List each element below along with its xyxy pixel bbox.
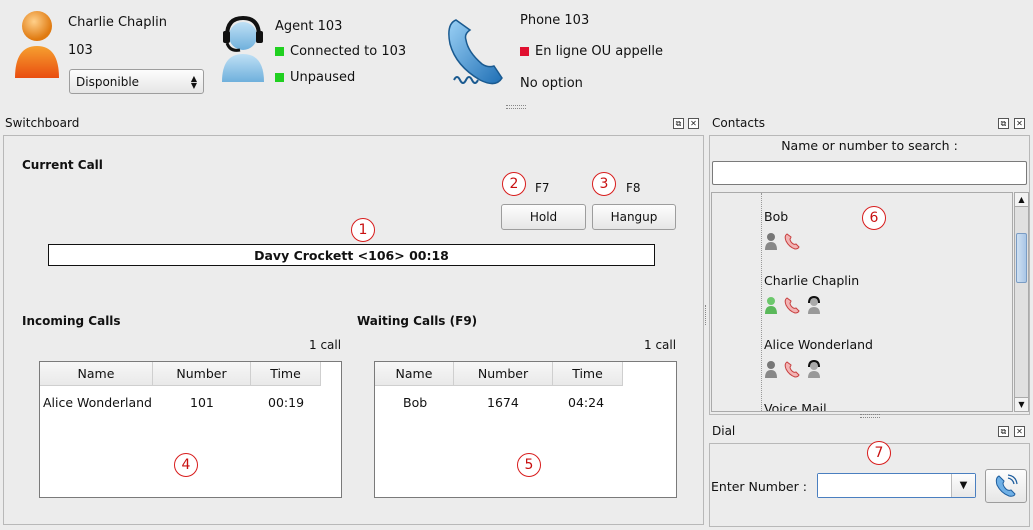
- contacts-scrollbar[interactable]: ▲ ▼: [1014, 192, 1029, 412]
- dial-number-input[interactable]: [818, 474, 951, 497]
- incoming-row-name: Alice Wonderland: [43, 395, 152, 410]
- annotation-marker-4: 4: [174, 453, 198, 477]
- person-gray-icon: [765, 361, 777, 378]
- vertical-splitter-handle[interactable]: [705, 305, 708, 325]
- dial-close-icon[interactable]: ✕: [1014, 426, 1025, 437]
- switchboard-panel: Current Call F7 F8 Hold Hangup Davy Croc…: [3, 135, 704, 525]
- agent-pause-row: Unpaused: [275, 70, 355, 85]
- availability-select[interactable]: Disponible ▲ ▼: [69, 69, 204, 94]
- phone-option: No option: [520, 76, 583, 91]
- current-call-display: Davy Crockett <106> 00:18: [48, 244, 655, 266]
- incoming-row-time: 00:19: [268, 395, 305, 410]
- annotation-marker-6: 6: [862, 206, 886, 230]
- current-call-heading: Current Call: [22, 158, 103, 172]
- phone-state: En ligne OU appelle: [535, 44, 664, 59]
- user-avatar-icon: [12, 8, 62, 80]
- phone-state-indicator: [520, 47, 529, 56]
- hangup-button[interactable]: Hangup: [592, 204, 676, 230]
- waiting-calls-count: 1 call: [644, 338, 677, 352]
- incoming-col-time[interactable]: Time: [251, 362, 321, 386]
- user-extension: 103: [68, 43, 93, 58]
- contacts-list[interactable]: Bob Charlie Chaplin Alice Wonderland Voi…: [711, 192, 1013, 412]
- incoming-calls-table[interactable]: Name Number Time Alice Wonderland 101 00…: [39, 361, 342, 498]
- contact-alice-wonderland[interactable]: Alice Wonderland: [764, 337, 873, 378]
- waiting-row-name: Bob: [403, 395, 428, 410]
- hangup-key-label: F8: [626, 181, 641, 195]
- contact-name: Bob: [764, 209, 789, 224]
- annotation-marker-5: 5: [517, 453, 541, 477]
- incoming-calls-count: 1 call: [309, 338, 342, 352]
- contacts-search-input[interactable]: [712, 161, 1027, 185]
- person-green-icon: [765, 297, 777, 314]
- pause-status-indicator: [275, 73, 284, 82]
- agent-icon: [808, 360, 820, 378]
- phone-title: Phone 103: [520, 13, 590, 28]
- phone-state-row: En ligne OU appelle: [520, 44, 663, 59]
- dial-number-combo[interactable]: ▼: [817, 473, 976, 498]
- agent-connection: Connected to 103: [290, 44, 407, 59]
- contacts-tree-line: [761, 193, 762, 411]
- scroll-up-icon[interactable]: ▲: [1015, 193, 1028, 207]
- switchboard-float-icon[interactable]: ⧉: [673, 118, 684, 129]
- contacts-search-label: Name or number to search :: [781, 138, 958, 153]
- contact-name: Voice Mail: [764, 401, 827, 412]
- dial-title: Dial: [712, 424, 736, 438]
- incoming-col-name[interactable]: Name: [40, 362, 153, 386]
- chevron-down-icon[interactable]: ▼: [951, 474, 975, 497]
- scroll-down-icon[interactable]: ▼: [1015, 397, 1028, 411]
- annotation-marker-7: 7: [867, 441, 891, 465]
- phone-red-icon: [784, 233, 800, 250]
- dial-float-icon[interactable]: ⧉: [998, 426, 1009, 437]
- person-gray-icon: [765, 233, 777, 250]
- top-splitter-handle[interactable]: [506, 105, 526, 109]
- contacts-float-icon[interactable]: ⧉: [998, 118, 1009, 129]
- spinner-arrows-icon: ▲ ▼: [190, 73, 197, 90]
- annotation-marker-2: 2: [502, 172, 526, 196]
- incoming-row-number: 101: [190, 395, 214, 410]
- agent-pause: Unpaused: [290, 70, 356, 85]
- switchboard-title: Switchboard: [5, 116, 80, 130]
- contact-charlie-chaplin[interactable]: Charlie Chaplin: [764, 273, 859, 314]
- connection-status-indicator: [275, 47, 284, 56]
- agent-icon: [808, 296, 820, 314]
- waiting-row-time: 04:24: [568, 395, 605, 410]
- contact-voice-mail[interactable]: Voice Mail: [764, 401, 827, 412]
- waiting-col-time[interactable]: Time: [553, 362, 623, 386]
- agent-title: Agent 103: [275, 19, 343, 34]
- annotation-marker-3: 3: [592, 172, 616, 196]
- contacts-close-icon[interactable]: ✕: [1014, 118, 1025, 129]
- waiting-calls-table[interactable]: Name Number Time Bob 1674 04:24: [374, 361, 677, 498]
- annotation-marker-1: 1: [351, 218, 375, 242]
- phone-red-icon: [784, 361, 800, 378]
- dial-label: Enter Number :: [711, 479, 807, 494]
- waiting-calls-heading: Waiting Calls (F9): [357, 314, 478, 328]
- availability-value: Disponible: [76, 74, 140, 89]
- contact-bob[interactable]: Bob: [764, 209, 800, 250]
- scroll-thumb[interactable]: [1016, 233, 1027, 283]
- user-name: Charlie Chaplin: [68, 15, 167, 30]
- phone-handset-icon: [446, 14, 508, 86]
- waiting-col-name[interactable]: Name: [375, 362, 454, 386]
- contacts-panel: Name or number to search : Bob Charlie C…: [709, 135, 1030, 415]
- agent-connection-row: Connected to 103: [275, 44, 406, 59]
- waiting-col-number[interactable]: Number: [454, 362, 553, 386]
- phone-dial-icon: [995, 474, 1018, 497]
- dial-panel: 7 Enter Number : ▼: [709, 441, 1030, 527]
- contact-name: Alice Wonderland: [764, 337, 873, 352]
- agent-headset-icon: [218, 14, 268, 84]
- phone-red-icon: [784, 297, 800, 314]
- incoming-calls-heading: Incoming Calls: [22, 314, 121, 328]
- incoming-col-number[interactable]: Number: [153, 362, 251, 386]
- hold-button[interactable]: Hold: [501, 204, 586, 230]
- contact-name: Charlie Chaplin: [764, 273, 860, 288]
- waiting-row-number: 1674: [487, 395, 519, 410]
- right-splitter-handle[interactable]: [860, 414, 880, 418]
- hold-key-label: F7: [535, 181, 550, 195]
- contacts-title: Contacts: [712, 116, 765, 130]
- switchboard-close-icon[interactable]: ✕: [688, 118, 699, 129]
- dial-call-button[interactable]: [985, 469, 1027, 503]
